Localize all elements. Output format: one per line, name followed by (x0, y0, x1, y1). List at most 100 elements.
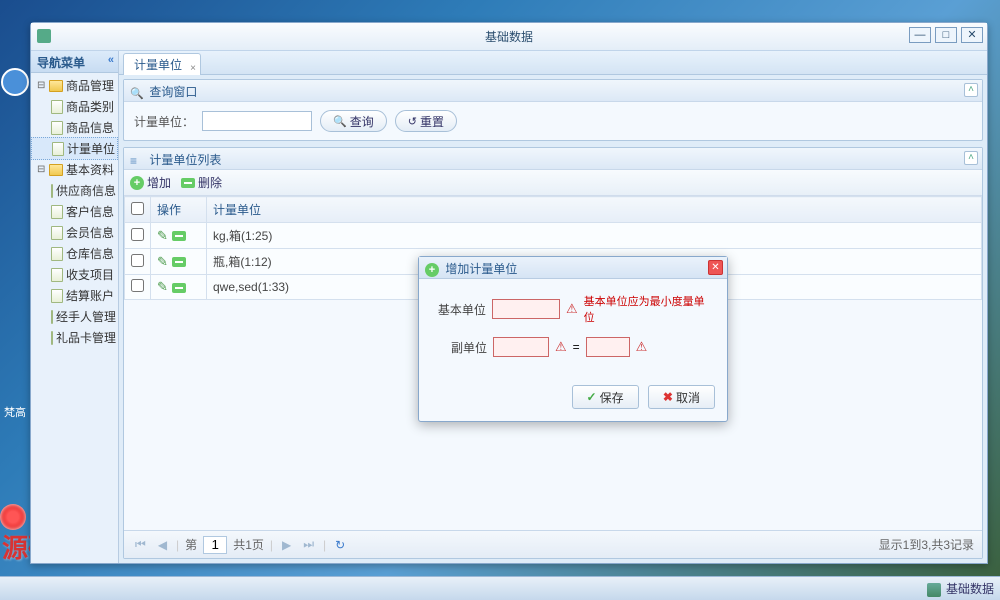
desktop-dock: 梵高 (0, 60, 30, 540)
edit-icon[interactable]: ✎ (157, 228, 168, 243)
tree-item-category[interactable]: 商品类别 (31, 96, 118, 117)
list-panel-header[interactable]: 计量单位列表 ˄ (124, 148, 982, 170)
status-text: 基础数据 (946, 582, 994, 596)
tree-item-warehouse[interactable]: 仓库信息 (31, 243, 118, 264)
first-page-button[interactable]: ⏮ (132, 537, 149, 552)
minus-icon (181, 178, 195, 188)
titlebar[interactable]: 基础数据 — □ ✕ (31, 23, 987, 51)
ratio-input[interactable] (586, 337, 630, 357)
search-field-label: 计量单位： (134, 113, 194, 130)
collapse-toggle-icon[interactable]: ˄ (964, 83, 978, 97)
file-icon (51, 268, 63, 282)
delete-icon[interactable] (172, 231, 186, 241)
search-input[interactable] (202, 111, 312, 131)
equals-label: = (573, 340, 580, 354)
folder-icon (49, 80, 63, 92)
check-icon: ✓ (587, 390, 597, 404)
delete-button[interactable]: 删除 (181, 173, 222, 192)
add-unit-dialog: + 增加计量单位 ✕ 基本单位 ⚠ 基本单位应为最小度量单位 副单位 ⚠ = ⚠… (418, 256, 728, 422)
reset-button[interactable]: ↺重置 (395, 110, 457, 132)
tree-item-supplier[interactable]: 供应商信息 (31, 180, 118, 201)
tree-item-customer[interactable]: 客户信息 (31, 201, 118, 222)
add-button[interactable]: +增加 (130, 173, 171, 192)
collapse-toggle-icon[interactable]: ˄ (964, 151, 978, 165)
delete-icon[interactable] (172, 283, 186, 293)
dialog-header[interactable]: + 增加计量单位 ✕ (419, 257, 727, 279)
window-controls: — □ ✕ (909, 27, 983, 43)
file-icon (51, 100, 63, 114)
edit-icon[interactable]: ✎ (157, 279, 168, 294)
select-all-checkbox[interactable] (131, 202, 144, 215)
dialog-close-button[interactable]: ✕ (708, 260, 723, 275)
file-icon (51, 310, 53, 324)
last-page-button[interactable]: ⏭ (300, 537, 317, 552)
maximize-button[interactable]: □ (935, 27, 957, 43)
base-unit-hint: 基本单位应为最小度量单位 (584, 293, 713, 325)
magnifier-icon: 🔍 (333, 115, 347, 128)
window-title: 基础数据 (485, 30, 533, 44)
row-checkbox[interactable] (131, 279, 144, 292)
file-icon (51, 331, 53, 345)
reset-icon: ↺ (408, 115, 417, 128)
save-button[interactable]: ✓保存 (572, 385, 639, 409)
query-button[interactable]: 🔍查询 (320, 110, 387, 132)
file-icon (51, 247, 63, 261)
file-icon (51, 289, 63, 303)
cancel-button[interactable]: ✖取消 (648, 385, 715, 409)
power-icon[interactable] (0, 504, 26, 530)
col-checkbox (125, 197, 151, 223)
tree-item-info[interactable]: 商品信息 (31, 117, 118, 138)
tree-item-unit[interactable]: 计量单位 (31, 137, 118, 160)
search-panel-header[interactable]: 查询窗口 ˄ (124, 80, 982, 102)
pager: ⏮ ◀ | 第 共1页 | ▶ ⏭ | ↻ 显示1到3,共3记录 (124, 530, 982, 558)
app-icon (37, 29, 51, 43)
sidebar: 导航菜单 « ⊟商品管理 商品类别 商品信息 计量单位 ⊟基本资料 供应商信息 … (31, 51, 119, 563)
user-label: 梵高 (4, 404, 26, 420)
col-ops: 操作 (151, 197, 207, 223)
tree-item-handler[interactable]: 经手人管理 (31, 306, 118, 327)
file-icon (51, 184, 53, 198)
delete-icon[interactable] (172, 257, 186, 267)
tree-item-account[interactable]: 结算账户 (31, 285, 118, 306)
search-icon (130, 86, 144, 100)
pager-info: 显示1到3,共3记录 (879, 536, 974, 553)
user-avatar-icon[interactable] (1, 68, 29, 96)
nav-tree: ⊟商品管理 商品类别 商品信息 计量单位 ⊟基本资料 供应商信息 客户信息 会员… (31, 73, 118, 563)
tab-close-icon[interactable]: × (190, 58, 196, 80)
warning-icon: ⚠ (566, 301, 578, 317)
page-input[interactable] (203, 536, 227, 554)
statusbar: 基础数据 (0, 576, 1000, 600)
file-icon (51, 205, 63, 219)
prev-page-button[interactable]: ◀ (155, 538, 170, 552)
refresh-button[interactable]: ↻ (332, 538, 348, 552)
grid-toolbar: +增加 删除 (124, 170, 982, 196)
edit-icon[interactable]: ✎ (157, 254, 168, 269)
tabstrip: 计量单位 × (119, 51, 987, 75)
total-pages: 共1页 (233, 536, 264, 553)
tab-unit[interactable]: 计量单位 × (123, 53, 201, 75)
sub-unit-input[interactable] (493, 337, 549, 357)
base-unit-input[interactable] (492, 299, 560, 319)
x-icon: ✖ (663, 390, 673, 404)
plus-icon: + (130, 176, 144, 190)
dialog-title: 增加计量单位 (445, 262, 517, 276)
base-unit-label: 基本单位 (433, 301, 486, 318)
row-checkbox[interactable] (131, 254, 144, 267)
collapse-icon[interactable]: « (108, 54, 114, 66)
sidebar-title: 导航菜单 (37, 56, 85, 70)
plus-icon: + (425, 263, 439, 277)
tree-item-income[interactable]: 收支项目 (31, 264, 118, 285)
col-unit: 计量单位 (207, 197, 982, 223)
tree-folder-basic[interactable]: ⊟基本资料 (31, 159, 118, 180)
warning-icon: ⚠ (555, 339, 567, 355)
minimize-button[interactable]: — (909, 27, 931, 43)
row-checkbox[interactable] (131, 228, 144, 241)
tree-folder-products[interactable]: ⊟商品管理 (31, 75, 118, 96)
tree-item-member[interactable]: 会员信息 (31, 222, 118, 243)
search-panel: 查询窗口 ˄ 计量单位： 🔍查询 ↺重置 (123, 79, 983, 141)
tree-item-giftcard[interactable]: 礼品卡管理 (31, 327, 118, 348)
next-page-button[interactable]: ▶ (279, 538, 294, 552)
close-button[interactable]: ✕ (961, 27, 983, 43)
file-icon (51, 226, 63, 240)
file-icon (52, 142, 64, 156)
